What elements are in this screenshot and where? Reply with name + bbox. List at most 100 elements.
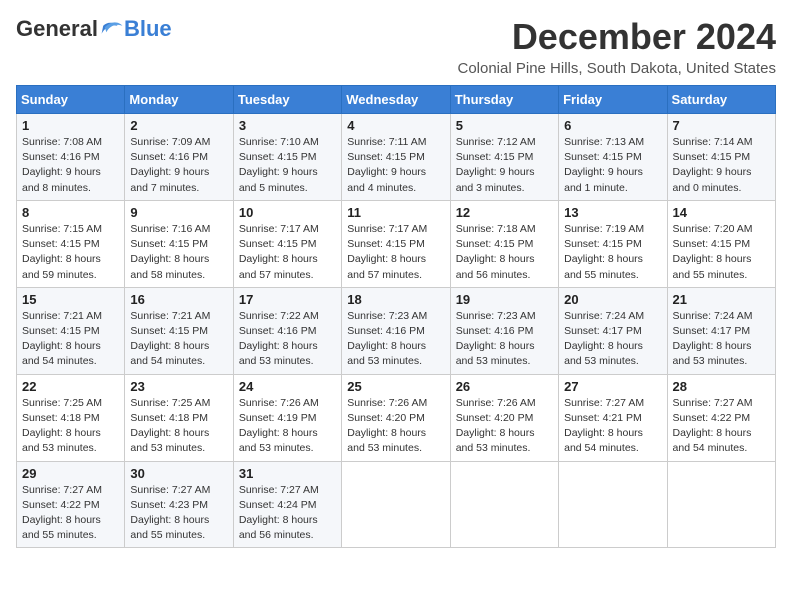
day-cell: 6 Sunrise: 7:13 AMSunset: 4:15 PMDayligh…: [559, 114, 667, 201]
day-info: Sunrise: 7:18 AMSunset: 4:15 PMDaylight:…: [456, 222, 553, 283]
weekday-header-friday: Friday: [559, 86, 667, 114]
week-row-3: 15 Sunrise: 7:21 AMSunset: 4:15 PMDaylig…: [17, 287, 776, 374]
day-number: 20: [564, 292, 661, 307]
logo-blue-text: Blue: [124, 16, 172, 42]
week-row-2: 8 Sunrise: 7:15 AMSunset: 4:15 PMDayligh…: [17, 200, 776, 287]
day-number: 4: [347, 118, 444, 133]
day-number: 23: [130, 379, 227, 394]
day-info: Sunrise: 7:11 AMSunset: 4:15 PMDaylight:…: [347, 135, 444, 196]
day-info: Sunrise: 7:25 AMSunset: 4:18 PMDaylight:…: [130, 396, 227, 457]
location-subtitle: Colonial Pine Hills, South Dakota, Unite…: [457, 60, 776, 77]
weekday-header-sunday: Sunday: [17, 86, 125, 114]
day-cell: [667, 461, 775, 548]
weekday-header-saturday: Saturday: [667, 86, 775, 114]
day-cell: 7 Sunrise: 7:14 AMSunset: 4:15 PMDayligh…: [667, 114, 775, 201]
day-cell: 17 Sunrise: 7:22 AMSunset: 4:16 PMDaylig…: [233, 287, 341, 374]
day-number: 29: [22, 466, 119, 481]
weekday-header-wednesday: Wednesday: [342, 86, 450, 114]
day-number: 31: [239, 466, 336, 481]
day-info: Sunrise: 7:21 AMSunset: 4:15 PMDaylight:…: [130, 309, 227, 370]
day-number: 6: [564, 118, 661, 133]
day-cell: 22 Sunrise: 7:25 AMSunset: 4:18 PMDaylig…: [17, 374, 125, 461]
day-cell: 11 Sunrise: 7:17 AMSunset: 4:15 PMDaylig…: [342, 200, 450, 287]
day-info: Sunrise: 7:08 AMSunset: 4:16 PMDaylight:…: [22, 135, 119, 196]
day-cell: 15 Sunrise: 7:21 AMSunset: 4:15 PMDaylig…: [17, 287, 125, 374]
day-cell: 18 Sunrise: 7:23 AMSunset: 4:16 PMDaylig…: [342, 287, 450, 374]
day-number: 12: [456, 205, 553, 220]
day-cell: [342, 461, 450, 548]
day-number: 15: [22, 292, 119, 307]
day-info: Sunrise: 7:15 AMSunset: 4:15 PMDaylight:…: [22, 222, 119, 283]
day-info: Sunrise: 7:17 AMSunset: 4:15 PMDaylight:…: [239, 222, 336, 283]
day-cell: 14 Sunrise: 7:20 AMSunset: 4:15 PMDaylig…: [667, 200, 775, 287]
weekday-header-row: SundayMondayTuesdayWednesdayThursdayFrid…: [17, 86, 776, 114]
day-cell: 8 Sunrise: 7:15 AMSunset: 4:15 PMDayligh…: [17, 200, 125, 287]
day-number: 7: [673, 118, 770, 133]
day-info: Sunrise: 7:25 AMSunset: 4:18 PMDaylight:…: [22, 396, 119, 457]
day-number: 11: [347, 205, 444, 220]
day-info: Sunrise: 7:17 AMSunset: 4:15 PMDaylight:…: [347, 222, 444, 283]
day-cell: 10 Sunrise: 7:17 AMSunset: 4:15 PMDaylig…: [233, 200, 341, 287]
day-info: Sunrise: 7:27 AMSunset: 4:22 PMDaylight:…: [22, 483, 119, 544]
day-cell: 28 Sunrise: 7:27 AMSunset: 4:22 PMDaylig…: [667, 374, 775, 461]
day-cell: [559, 461, 667, 548]
weekday-header-tuesday: Tuesday: [233, 86, 341, 114]
day-number: 25: [347, 379, 444, 394]
day-number: 21: [673, 292, 770, 307]
weekday-header-monday: Monday: [125, 86, 233, 114]
day-info: Sunrise: 7:26 AMSunset: 4:20 PMDaylight:…: [347, 396, 444, 457]
title-area: December 2024 Colonial Pine Hills, South…: [457, 16, 776, 77]
month-title: December 2024: [457, 16, 776, 58]
day-number: 28: [673, 379, 770, 394]
day-number: 13: [564, 205, 661, 220]
day-info: Sunrise: 7:24 AMSunset: 4:17 PMDaylight:…: [564, 309, 661, 370]
day-number: 17: [239, 292, 336, 307]
day-number: 5: [456, 118, 553, 133]
day-cell: 23 Sunrise: 7:25 AMSunset: 4:18 PMDaylig…: [125, 374, 233, 461]
day-cell: 5 Sunrise: 7:12 AMSunset: 4:15 PMDayligh…: [450, 114, 558, 201]
day-cell: 30 Sunrise: 7:27 AMSunset: 4:23 PMDaylig…: [125, 461, 233, 548]
day-cell: 16 Sunrise: 7:21 AMSunset: 4:15 PMDaylig…: [125, 287, 233, 374]
weekday-header-thursday: Thursday: [450, 86, 558, 114]
day-cell: 13 Sunrise: 7:19 AMSunset: 4:15 PMDaylig…: [559, 200, 667, 287]
day-cell: 1 Sunrise: 7:08 AMSunset: 4:16 PMDayligh…: [17, 114, 125, 201]
day-cell: [450, 461, 558, 548]
day-info: Sunrise: 7:22 AMSunset: 4:16 PMDaylight:…: [239, 309, 336, 370]
day-info: Sunrise: 7:23 AMSunset: 4:16 PMDaylight:…: [347, 309, 444, 370]
day-number: 3: [239, 118, 336, 133]
day-info: Sunrise: 7:09 AMSunset: 4:16 PMDaylight:…: [130, 135, 227, 196]
day-cell: 2 Sunrise: 7:09 AMSunset: 4:16 PMDayligh…: [125, 114, 233, 201]
week-row-5: 29 Sunrise: 7:27 AMSunset: 4:22 PMDaylig…: [17, 461, 776, 548]
day-cell: 24 Sunrise: 7:26 AMSunset: 4:19 PMDaylig…: [233, 374, 341, 461]
calendar-table: SundayMondayTuesdayWednesdayThursdayFrid…: [16, 85, 776, 548]
logo: General Blue: [16, 16, 172, 42]
logo-general-text: General: [16, 16, 98, 42]
day-info: Sunrise: 7:13 AMSunset: 4:15 PMDaylight:…: [564, 135, 661, 196]
day-cell: 26 Sunrise: 7:26 AMSunset: 4:20 PMDaylig…: [450, 374, 558, 461]
day-cell: 12 Sunrise: 7:18 AMSunset: 4:15 PMDaylig…: [450, 200, 558, 287]
day-number: 19: [456, 292, 553, 307]
day-info: Sunrise: 7:27 AMSunset: 4:22 PMDaylight:…: [673, 396, 770, 457]
day-number: 1: [22, 118, 119, 133]
day-cell: 31 Sunrise: 7:27 AMSunset: 4:24 PMDaylig…: [233, 461, 341, 548]
day-cell: 4 Sunrise: 7:11 AMSunset: 4:15 PMDayligh…: [342, 114, 450, 201]
day-number: 14: [673, 205, 770, 220]
day-cell: 25 Sunrise: 7:26 AMSunset: 4:20 PMDaylig…: [342, 374, 450, 461]
logo-bird-icon: [100, 19, 124, 39]
day-number: 10: [239, 205, 336, 220]
day-number: 27: [564, 379, 661, 394]
day-cell: 29 Sunrise: 7:27 AMSunset: 4:22 PMDaylig…: [17, 461, 125, 548]
day-info: Sunrise: 7:19 AMSunset: 4:15 PMDaylight:…: [564, 222, 661, 283]
day-info: Sunrise: 7:26 AMSunset: 4:20 PMDaylight:…: [456, 396, 553, 457]
day-info: Sunrise: 7:10 AMSunset: 4:15 PMDaylight:…: [239, 135, 336, 196]
day-number: 22: [22, 379, 119, 394]
day-info: Sunrise: 7:24 AMSunset: 4:17 PMDaylight:…: [673, 309, 770, 370]
day-cell: 27 Sunrise: 7:27 AMSunset: 4:21 PMDaylig…: [559, 374, 667, 461]
day-number: 18: [347, 292, 444, 307]
day-info: Sunrise: 7:21 AMSunset: 4:15 PMDaylight:…: [22, 309, 119, 370]
day-number: 16: [130, 292, 227, 307]
day-cell: 9 Sunrise: 7:16 AMSunset: 4:15 PMDayligh…: [125, 200, 233, 287]
day-info: Sunrise: 7:27 AMSunset: 4:23 PMDaylight:…: [130, 483, 227, 544]
day-cell: 19 Sunrise: 7:23 AMSunset: 4:16 PMDaylig…: [450, 287, 558, 374]
day-number: 9: [130, 205, 227, 220]
